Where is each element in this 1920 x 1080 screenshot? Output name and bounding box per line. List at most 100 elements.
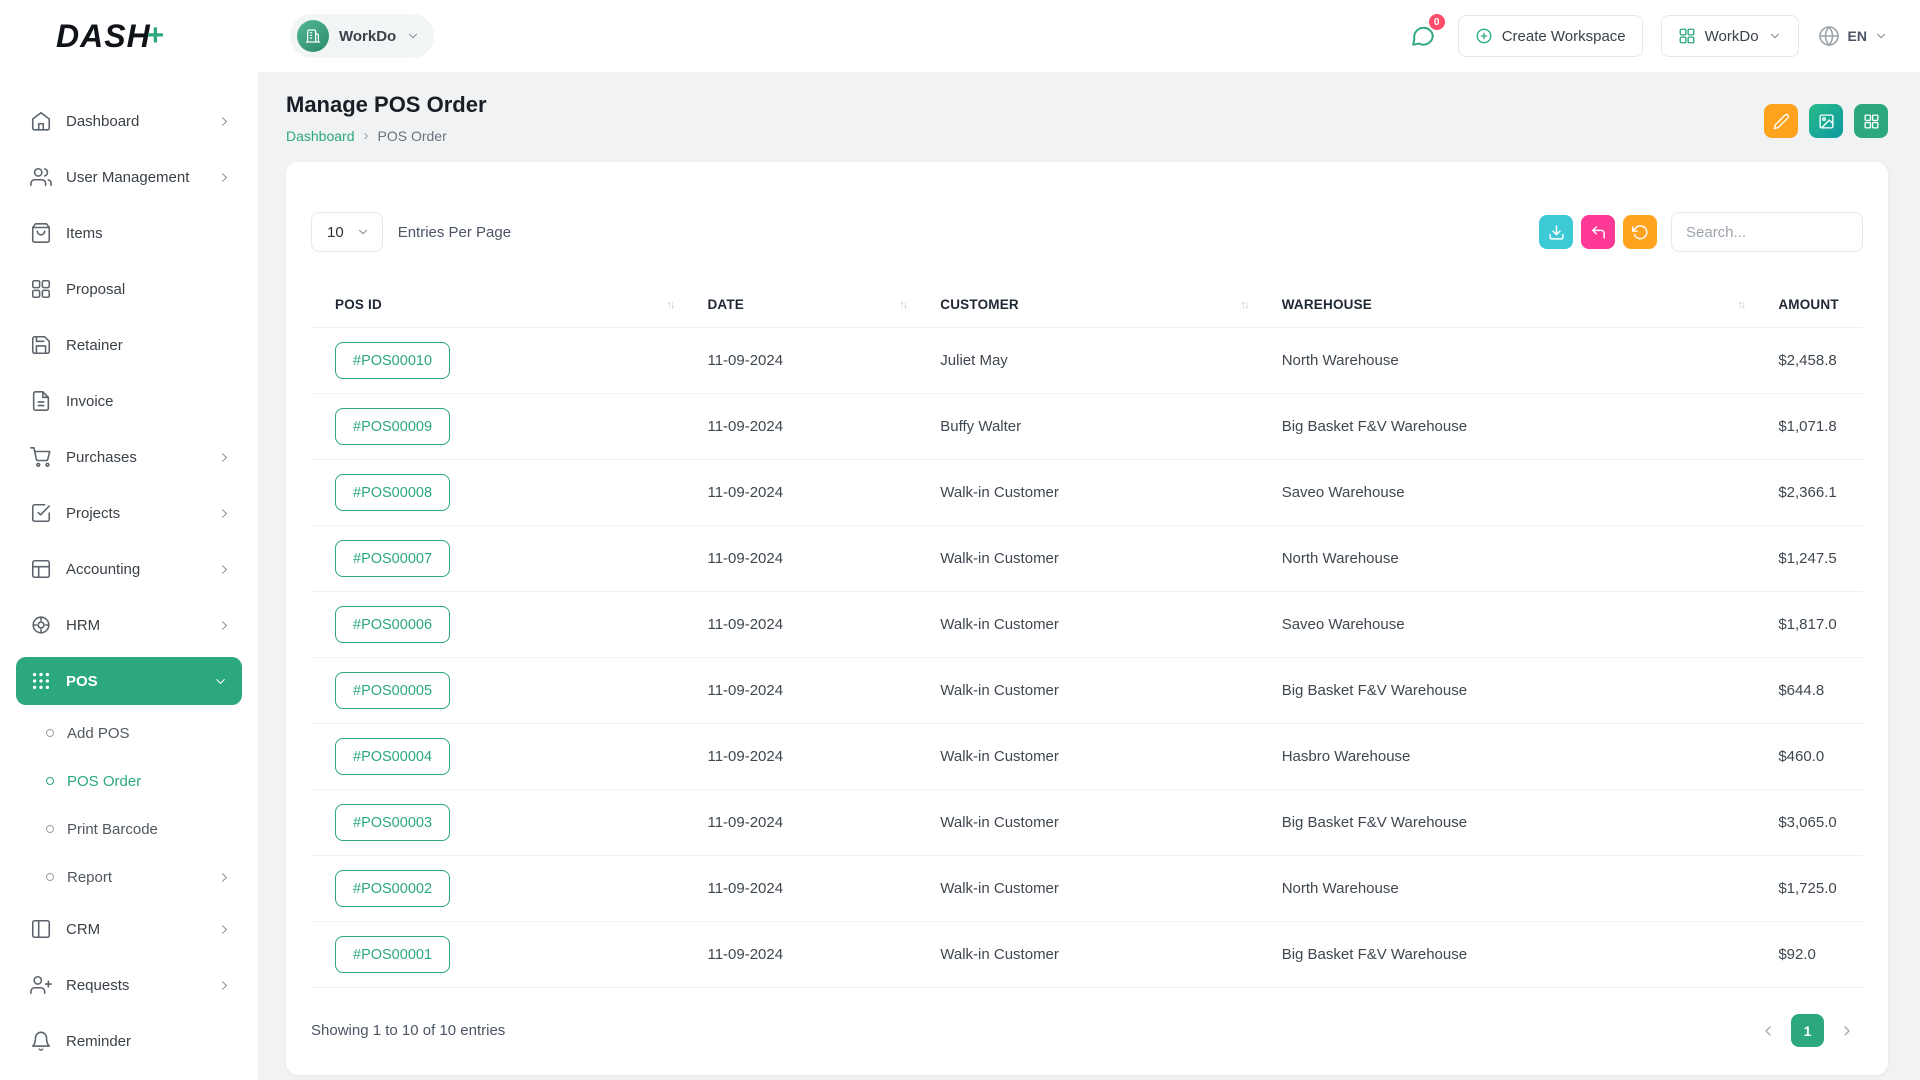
refresh-icon (1632, 224, 1649, 241)
pos-id-button[interactable]: #POS00010 (335, 342, 450, 379)
sidebar-item-label: Invoice (66, 393, 232, 410)
table-toolbar: 10 Entries Per Page (286, 162, 1888, 252)
cell-amount: $460.0 (1754, 724, 1863, 790)
customize-theme-button[interactable] (1764, 104, 1798, 138)
bullet-icon (46, 825, 54, 833)
breadcrumb-dashboard-link[interactable]: Dashboard (286, 128, 355, 144)
globe-icon (1817, 24, 1841, 48)
sidebar-subitem-pos-order[interactable]: POS Order (0, 757, 258, 805)
page-header: Manage POS Order Dashboard › POS Order (286, 92, 1888, 144)
pos-id-button[interactable]: #POS00001 (335, 936, 450, 973)
cell-pos-id: #POS00008 (311, 460, 683, 526)
search-input[interactable] (1671, 212, 1863, 252)
pos-order-card: 10 Entries Per Page (286, 162, 1888, 1075)
sidebar-item-accounting[interactable]: Accounting (0, 541, 258, 597)
brand-logo-text: DASH (56, 18, 151, 55)
sidebar-item-purchases[interactable]: Purchases (0, 429, 258, 485)
messages-button[interactable]: 0 (1406, 19, 1440, 53)
sidebar-item-dashboard[interactable]: Dashboard (0, 93, 258, 149)
background-image-button[interactable] (1809, 104, 1843, 138)
image-icon (1818, 113, 1835, 130)
cell-pos-id: #POS00007 (311, 526, 683, 592)
cell-pos-id: #POS00003 (311, 790, 683, 856)
sidebar-subitem-add-pos[interactable]: Add POS (0, 709, 258, 757)
language-switcher[interactable]: EN (1817, 24, 1888, 48)
sidebar-item-proposal[interactable]: Proposal (0, 261, 258, 317)
refresh-button[interactable] (1623, 215, 1657, 249)
sidebar-item-crm[interactable]: CRM (0, 901, 258, 957)
workspace-switcher[interactable]: WorkDo (290, 14, 434, 58)
export-download-button[interactable] (1539, 215, 1573, 249)
pos-id-button[interactable]: #POS00007 (335, 540, 450, 577)
column-header-customer[interactable]: CUSTOMER↑↓ (916, 283, 1257, 328)
cell-pos-id: #POS00002 (311, 856, 683, 922)
showing-entries-text: Showing 1 to 10 of 10 entries (311, 1022, 505, 1039)
cell-date: 11-09-2024 (683, 658, 916, 724)
sidebar-item-pos[interactable]: POS (16, 657, 242, 705)
cell-warehouse: North Warehouse (1258, 856, 1755, 922)
workspace-avatar (297, 20, 329, 52)
sidebar-item-retainer[interactable]: Retainer (0, 317, 258, 373)
sidebar-subitem-report[interactable]: Report (0, 853, 258, 901)
quick-theme-buttons (1764, 104, 1888, 138)
pos-id-button[interactable]: #POS00006 (335, 606, 450, 643)
workdo-menu-button[interactable]: WorkDo (1661, 15, 1799, 57)
cell-customer: Walk-in Customer (916, 856, 1257, 922)
brand-logo[interactable]: DASH + (0, 0, 258, 72)
pos-id-button[interactable]: #POS00004 (335, 738, 450, 775)
entries-per-page-select[interactable]: 10 (311, 212, 383, 252)
cell-amount: $644.8 (1754, 658, 1863, 724)
sidebar-item-invoice[interactable]: Invoice (0, 373, 258, 429)
cell-customer: Buffy Walter (916, 394, 1257, 460)
column-header-pos-id[interactable]: POS ID↑↓ (311, 283, 683, 328)
page-title: Manage POS Order (286, 92, 487, 118)
pagination: 1 (1752, 1014, 1863, 1047)
pagination-page-1[interactable]: 1 (1791, 1014, 1824, 1047)
main-column: WorkDo 0 Create Workspace (258, 0, 1920, 1080)
column-label: WAREHOUSE (1282, 297, 1372, 312)
chevron-right-icon (1839, 1023, 1855, 1039)
sidebar-item-projects[interactable]: Projects (0, 485, 258, 541)
sidebar-item-reminder[interactable]: Reminder (0, 1013, 258, 1069)
pos-id-button[interactable]: #POS00002 (335, 870, 450, 907)
pos-order-table-wrap: POS ID↑↓DATE↑↓CUSTOMER↑↓WAREHOUSE↑↓AMOUN… (286, 283, 1888, 988)
sidebar-item-requests[interactable]: Requests (0, 957, 258, 1013)
chevron-right-icon (217, 506, 232, 521)
layout-grid-button[interactable] (1854, 104, 1888, 138)
bullet-icon (46, 777, 54, 785)
cell-amount: $1,247.5 (1754, 526, 1863, 592)
pagination-next-button[interactable] (1831, 1015, 1863, 1047)
pagination-prev-button[interactable] (1752, 1015, 1784, 1047)
pos-id-button[interactable]: #POS00008 (335, 474, 450, 511)
create-workspace-button[interactable]: Create Workspace (1458, 15, 1643, 57)
sidebar-nav: DashboardUser Management Items Proposal Ret… (0, 72, 258, 1080)
cell-warehouse: North Warehouse (1258, 328, 1755, 394)
chevron-down-icon (356, 225, 370, 239)
chevron-right-icon (217, 562, 232, 577)
dashboard-icon (30, 110, 52, 132)
cell-warehouse: Hasbro Warehouse (1258, 724, 1755, 790)
column-header-date[interactable]: DATE↑↓ (683, 283, 916, 328)
sidebar-item-label: Requests (66, 977, 203, 994)
sidebar-item-label: Items (66, 225, 232, 242)
download-icon (1548, 224, 1565, 241)
sidebar-item-items[interactable]: Items (0, 205, 258, 261)
cell-customer: Walk-in Customer (916, 526, 1257, 592)
sidebar-item-hrm[interactable]: HRM (0, 597, 258, 653)
sidebar-subitem-print-barcode[interactable]: Print Barcode (0, 805, 258, 853)
cell-amount: $1,071.8 (1754, 394, 1863, 460)
cell-date: 11-09-2024 (683, 724, 916, 790)
pos-id-button[interactable]: #POS00005 (335, 672, 450, 709)
sidebar-item-label: Retainer (66, 337, 232, 354)
sidebar-item-user-management[interactable]: User Management (0, 149, 258, 205)
column-header-warehouse[interactable]: WAREHOUSE↑↓ (1258, 283, 1755, 328)
table-row: #POS0000111-09-2024Walk-in CustomerBig B… (311, 922, 1863, 988)
reset-filter-button[interactable] (1581, 215, 1615, 249)
cell-pos-id: #POS00005 (311, 658, 683, 724)
bullet-icon (46, 729, 54, 737)
retainer-icon (30, 334, 52, 356)
pos-id-button[interactable]: #POS00009 (335, 408, 450, 445)
table-row: #POS0000411-09-2024Walk-in CustomerHasbr… (311, 724, 1863, 790)
pos-id-button[interactable]: #POS00003 (335, 804, 450, 841)
cell-amount: $3,065.0 (1754, 790, 1863, 856)
